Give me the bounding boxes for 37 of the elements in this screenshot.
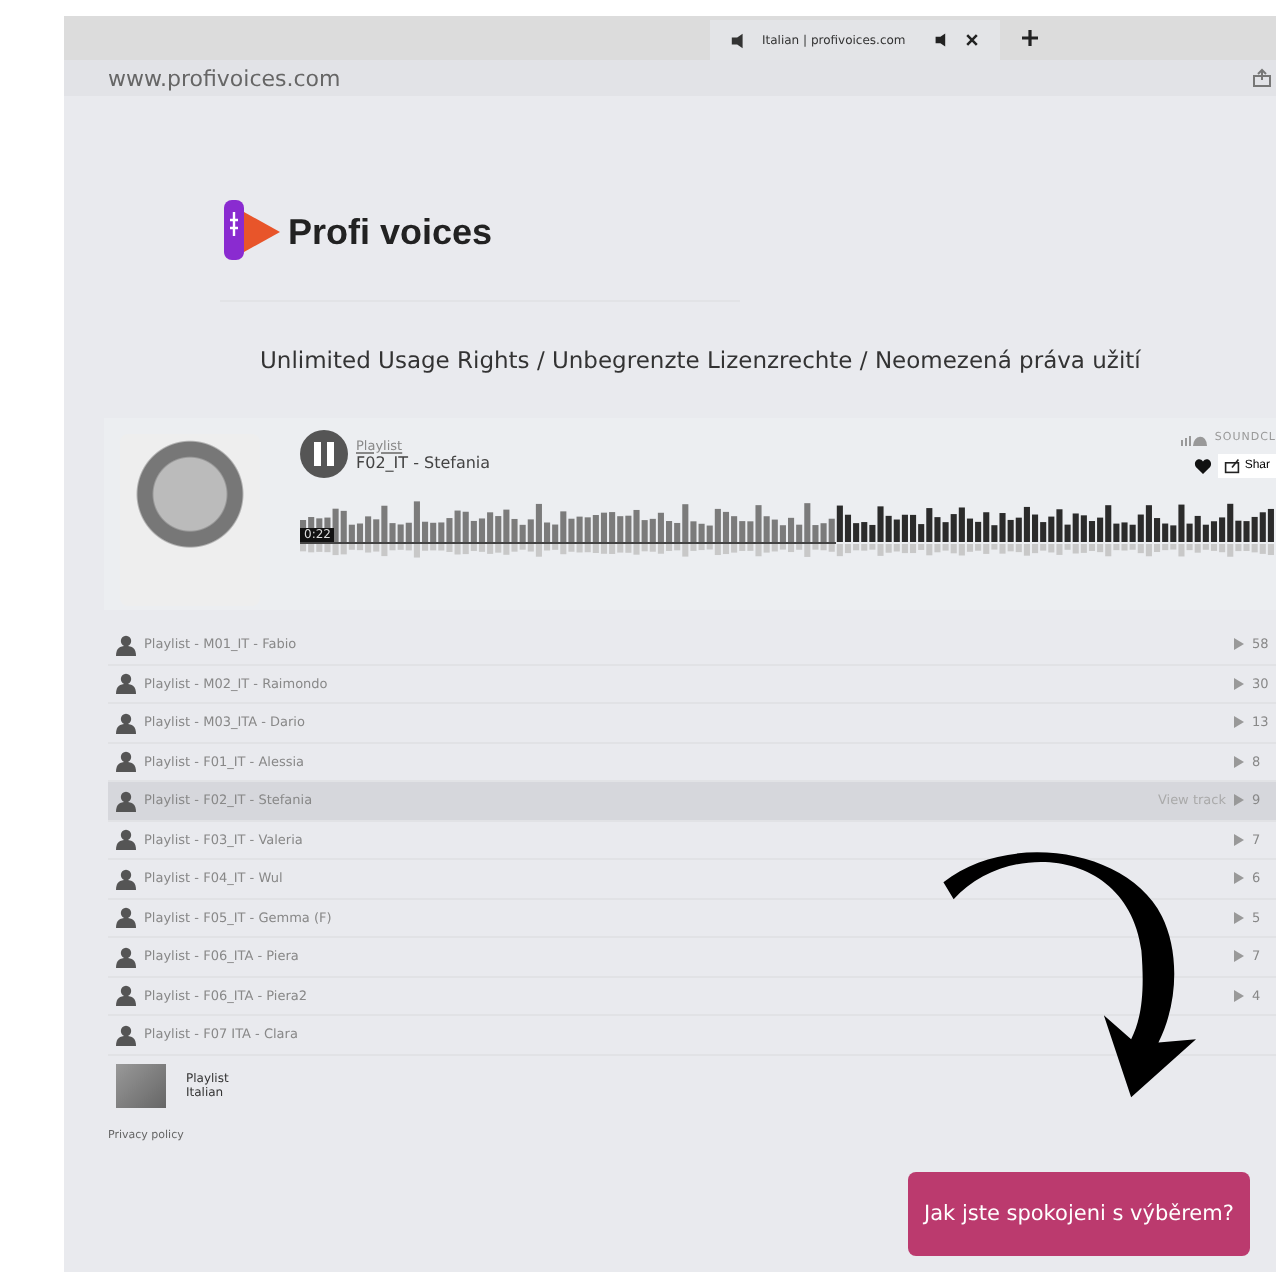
play-count-icon bbox=[1234, 677, 1244, 690]
new-tab-icon[interactable] bbox=[1020, 28, 1040, 48]
person-icon bbox=[116, 945, 136, 968]
person-icon bbox=[116, 672, 136, 695]
play-count-icon bbox=[1234, 716, 1244, 729]
person-icon bbox=[116, 984, 136, 1007]
person-icon bbox=[116, 633, 136, 656]
logo-text: Profi voices bbox=[288, 211, 493, 253]
heart-icon[interactable] bbox=[1194, 457, 1213, 473]
play-count-icon bbox=[1234, 794, 1244, 807]
share-icon[interactable] bbox=[1252, 68, 1272, 88]
person-icon bbox=[116, 828, 136, 851]
feedback-button[interactable]: Jak jste spokojeni s výběrem? bbox=[908, 1172, 1250, 1256]
close-icon[interactable] bbox=[964, 32, 980, 48]
pause-button[interactable] bbox=[300, 430, 348, 478]
play-count-icon bbox=[1234, 638, 1244, 651]
cloud-icon bbox=[1180, 431, 1209, 445]
play-count-icon bbox=[1234, 950, 1244, 963]
share-icon bbox=[1224, 457, 1241, 473]
play-count-icon bbox=[1234, 911, 1244, 924]
playlist-thumbnail bbox=[116, 1063, 166, 1107]
person-icon bbox=[116, 711, 136, 734]
person-icon bbox=[116, 789, 136, 812]
play-count-icon bbox=[1234, 989, 1244, 1002]
play-count-icon bbox=[1234, 872, 1244, 885]
person-icon bbox=[116, 867, 136, 890]
play-count-icon bbox=[1234, 833, 1244, 846]
person-icon bbox=[116, 750, 136, 773]
address-bar[interactable]: www.profivoices.com bbox=[108, 65, 341, 91]
person-icon bbox=[116, 906, 136, 929]
audio-icon[interactable] bbox=[934, 32, 950, 48]
play-count-icon bbox=[1234, 755, 1244, 768]
person-icon bbox=[116, 1023, 136, 1046]
speaker-icon bbox=[730, 31, 748, 49]
track-title: F02_IT - Stefania bbox=[356, 453, 493, 471]
headline: Unlimited Usage Rights / Unbegrenzte Lizenzrechte / Neomezená práva užití bbox=[260, 346, 1143, 374]
pause-icon bbox=[312, 440, 336, 468]
